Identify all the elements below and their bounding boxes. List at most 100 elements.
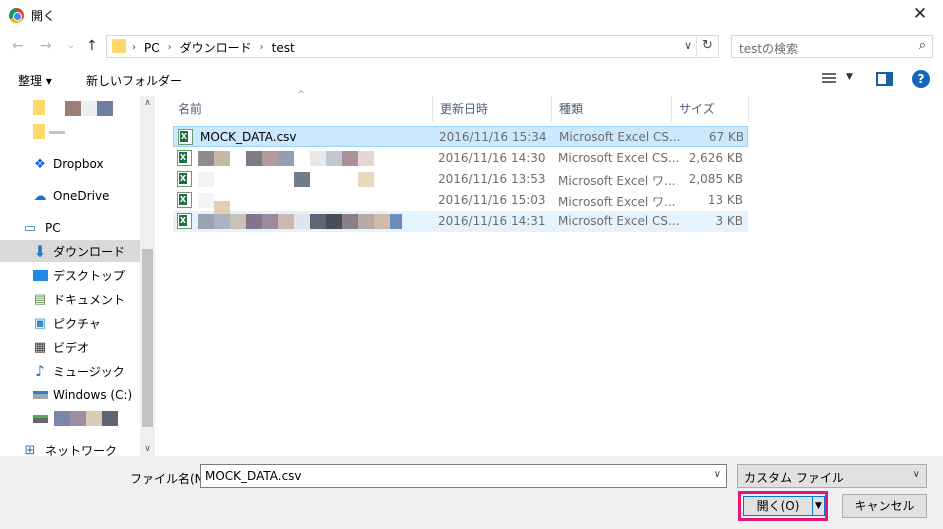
preview-pane-icon[interactable] [876, 72, 893, 86]
sidebar-scrollbar[interactable]: ∧ ∨ [140, 96, 155, 456]
open-dropdown-button[interactable]: ▼ [813, 496, 825, 516]
network-icon: ⊞ [24, 442, 36, 457]
file-row[interactable]: 2016/11/16 13:53 Microsoft Excel ワ... 2,… [173, 169, 748, 190]
sidebar-item-label: ビデオ [53, 340, 90, 355]
redacted-filename [230, 214, 246, 229]
sidebar-item-downloads[interactable]: ⬇ ダウンロード [0, 240, 140, 262]
redacted-filename [342, 214, 358, 229]
redacted-label [54, 411, 70, 426]
sidebar-item-documents[interactable]: ▤ ドキュメント [0, 288, 140, 310]
title-bar: 開く ✕ [0, 0, 943, 31]
file-date: 2016/11/16 15:34 [439, 130, 547, 144]
view-dropdown-icon[interactable]: ▼ [846, 72, 853, 82]
file-row[interactable]: 2016/11/16 14:31 Microsoft Excel CS... 3… [173, 201, 748, 232]
address-dropdown-icon[interactable]: ∨ [684, 39, 692, 52]
sidebar-item-label: ミュージック [53, 364, 125, 379]
file-type-filter[interactable]: カスタム ファイル ∨ [737, 464, 927, 488]
chevron-down-icon[interactable]: ∨ [913, 469, 920, 480]
filename-field[interactable]: MOCK_DATA.csv ∨ [200, 464, 727, 488]
folder-icon [33, 124, 45, 139]
sidebar-item-pictures[interactable]: ▣ ピクチャ [0, 312, 140, 334]
redacted-filename [358, 214, 374, 229]
up-arrow-icon[interactable]: ↑ [86, 38, 98, 54]
file-row[interactable]: 2016/11/16 15:03 Microsoft Excel ワ... 13… [173, 190, 748, 211]
column-header-size[interactable]: サイズ [672, 96, 749, 122]
sidebar-item-network[interactable]: ⊞ ネットワーク [0, 439, 140, 457]
redacted-filename [198, 151, 214, 166]
close-button[interactable]: ✕ [897, 0, 943, 31]
help-icon[interactable]: ? [912, 70, 930, 88]
sidebar-item-label: ダウンロード [53, 244, 126, 259]
redacted-filename [342, 151, 358, 166]
file-size: 67 KB [708, 130, 744, 144]
sidebar-item-label: ピクチャ [53, 316, 101, 331]
file-date: 2016/11/16 13:53 [438, 172, 546, 186]
open-button[interactable]: 開く(O) [743, 496, 813, 516]
breadcrumb-pc[interactable]: PC [144, 41, 160, 55]
window-title: 開く [31, 9, 56, 23]
download-icon: ⬇ [33, 241, 47, 261]
breadcrumb-test[interactable]: test [272, 41, 295, 55]
sidebar-item-label: ネットワーク [45, 443, 118, 457]
cancel-button[interactable]: キャンセル [842, 494, 927, 518]
breadcrumb-separator: › [259, 42, 264, 53]
redacted-label [102, 411, 118, 426]
column-header-date[interactable]: 更新日時 [433, 96, 552, 122]
redacted-filename [278, 151, 294, 166]
scrollbar-thumb[interactable] [142, 249, 153, 427]
sidebar-item-music[interactable]: ♪ ミュージック [0, 360, 140, 382]
redacted-label [81, 101, 97, 116]
redacted-filename [374, 214, 390, 229]
sidebar-item-redacted[interactable] [0, 408, 140, 430]
sidebar-item-label: OneDrive [53, 189, 110, 203]
redacted-filename [214, 214, 230, 229]
sidebar-item-desktop[interactable]: デスクトップ [0, 264, 140, 286]
column-header-name[interactable]: 名前 [171, 96, 433, 122]
folder-icon [112, 39, 126, 53]
address-bar[interactable]: › PC › ダウンロード › test ∨ ↻ [106, 35, 719, 58]
file-date: 2016/11/16 15:03 [438, 193, 546, 207]
file-row[interactable]: MOCK_DATA.csv 2016/11/16 15:34 Microsoft… [173, 126, 748, 147]
file-list: ^ 名前 更新日時 種類 サイズ MOCK_DATA.csv 2016/11/1… [157, 90, 943, 456]
forward-arrow-icon[interactable]: → [40, 38, 52, 54]
refresh-button[interactable]: ↻ [696, 36, 718, 57]
new-folder-button[interactable]: 新しいフォルダー [86, 72, 182, 89]
file-row[interactable]: 2016/11/16 14:30 Microsoft Excel CS... 2… [173, 148, 748, 169]
pictures-icon: ▣ [33, 315, 47, 331]
file-size: 2,626 KB [688, 151, 743, 165]
column-header-type[interactable]: 種類 [552, 96, 672, 122]
redacted-filename [390, 214, 402, 229]
sidebar-item-pc[interactable]: ▭ PC [0, 217, 140, 239]
chrome-icon [9, 8, 24, 23]
breadcrumb-separator: › [167, 42, 172, 53]
sidebar-item-label: PC [45, 221, 61, 235]
organize-menu[interactable]: 整理 ▾ [18, 72, 52, 89]
redacted-filename [262, 214, 278, 229]
sidebar-item-label: Dropbox [53, 157, 104, 171]
scroll-down-icon[interactable]: ∨ [140, 444, 155, 454]
breadcrumb-downloads[interactable]: ダウンロード [180, 39, 252, 56]
redacted-filename [294, 172, 310, 187]
sidebar-item-windows-c[interactable]: Windows (C:) [0, 384, 140, 406]
sidebar-item-video[interactable]: ▦ ビデオ [0, 336, 140, 358]
search-icon[interactable]: ⌕ [919, 38, 926, 53]
scroll-up-icon[interactable]: ∧ [140, 98, 155, 108]
file-name: MOCK_DATA.csv [200, 130, 297, 144]
toolbar: 整理 ▾ 新しいフォルダー [0, 62, 943, 96]
recent-locations-dropdown[interactable]: ⌄ [67, 40, 75, 51]
excel-file-icon [177, 171, 192, 187]
sidebar-item-dropbox[interactable]: ❖ Dropbox [0, 153, 140, 175]
drive-icon [32, 387, 48, 403]
excel-file-icon [177, 192, 192, 208]
chevron-down-icon[interactable]: ∨ [714, 469, 721, 480]
sidebar-item-onedrive[interactable]: ☁ OneDrive [0, 185, 140, 207]
file-type-filter-value: カスタム ファイル [744, 471, 844, 485]
desktop-icon [32, 267, 48, 283]
redacted-label [86, 411, 102, 426]
view-options-icon[interactable] [822, 73, 836, 85]
back-arrow-icon[interactable]: ← [12, 38, 24, 54]
search-input[interactable]: testの検索 ⌕ [731, 35, 933, 58]
redacted-filename [358, 172, 374, 187]
redacted-filename [310, 214, 326, 229]
sidebar-item-label: Windows (C:) [53, 388, 133, 402]
